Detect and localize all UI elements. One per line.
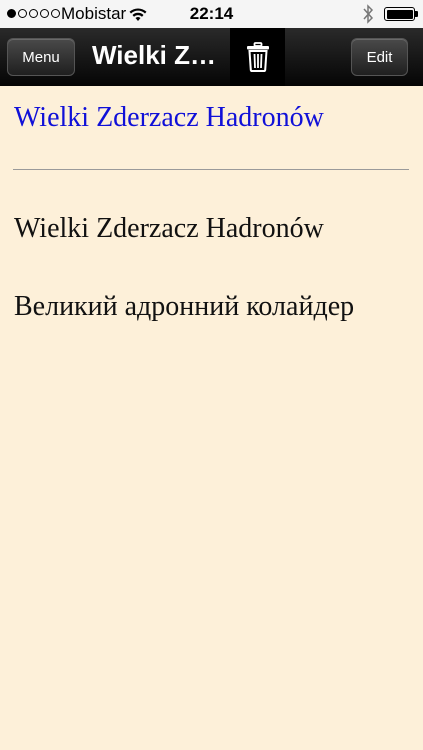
battery-icon	[384, 7, 415, 21]
nav-title: Wielki Zderzacz Hadronów	[92, 40, 222, 70]
menu-button[interactable]: Menu	[7, 38, 75, 76]
entry-term: Wielki Zderzacz Hadronów	[14, 213, 324, 244]
entry-heading-link[interactable]: Wielki Zderzacz Hadronów	[14, 102, 324, 134]
bluetooth-icon	[363, 4, 374, 24]
status-bar: Mobistar 22:14	[0, 0, 423, 28]
clock: 22:14	[189, 4, 234, 23]
edit-button[interactable]: Edit	[351, 38, 408, 76]
delete-button[interactable]	[230, 28, 285, 86]
divider	[13, 169, 409, 170]
entry-content: Wielki Zderzacz Hadronów Wielki Zderzacz…	[0, 86, 423, 750]
navigation-bar: Menu Wielki Zderzacz Hadronów Edit	[0, 28, 423, 86]
trash-icon	[246, 42, 269, 72]
entry-translation: Великий адронний колайдер	[14, 291, 355, 322]
battery-tip	[415, 11, 418, 17]
